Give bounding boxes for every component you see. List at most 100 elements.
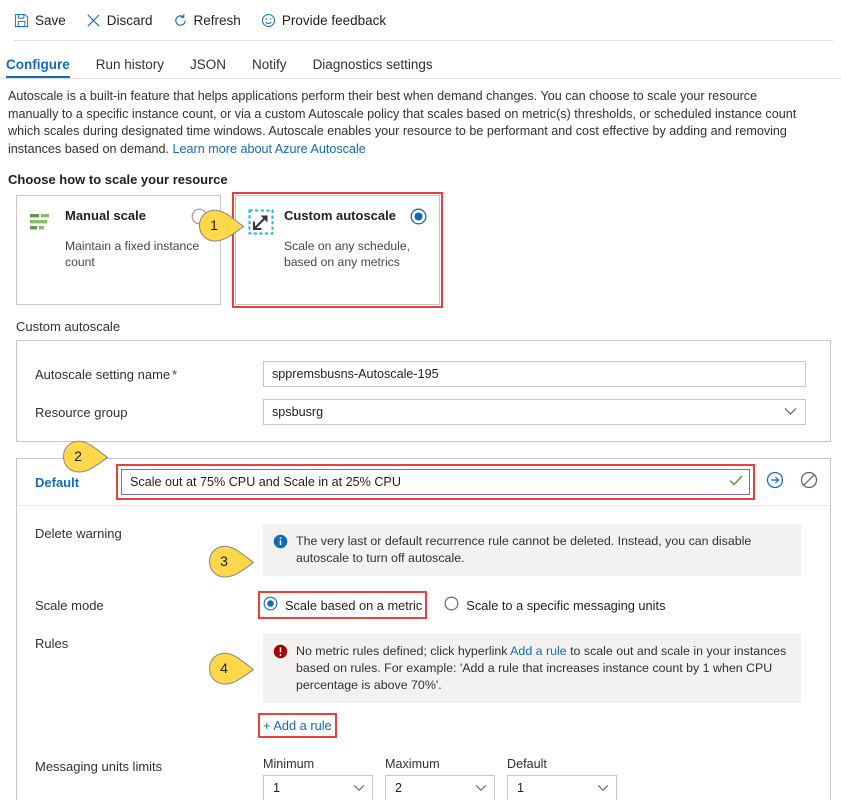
add-a-rule-button[interactable]: + Add a rule [258,713,337,738]
card-custom-autoscale-radio[interactable] [410,208,427,230]
block-icon[interactable] [800,471,818,494]
choose-scale-heading: Choose how to scale your resource [8,172,228,187]
intro-paragraph: Autoscale is a built-in feature that hel… [0,78,841,158]
default-limit-field: Default 1 [507,757,617,800]
tab-notify[interactable]: Notify [252,57,287,78]
delete-warning-text: The very last or default recurrence rule… [296,534,752,565]
maximum-limit-field: Maximum 2 [385,757,495,800]
messaging-units-limits-row: Messaging units limits Minimum 1 Maximum… [17,741,830,800]
tab-bar-divider [0,78,841,79]
chevron-down-icon [597,781,609,795]
move-right-icon[interactable] [766,471,784,494]
add-a-rule-inline-link[interactable]: Add a rule [510,644,566,658]
save-label: Save [35,12,66,28]
refresh-label: Refresh [193,12,241,28]
custom-autoscale-panel: Autoscale setting name * sppremsbusns-Aut… [16,340,831,442]
card-manual-scale[interactable]: Manual scale Maintain a fixed instance c… [16,195,221,305]
callout-3: 3 [208,545,255,578]
scale-mode-option-metric-label: Scale based on a metric [285,597,423,613]
discard-icon [86,13,101,28]
resource-group-label: Resource group [35,404,128,420]
intro-text: Autoscale is a built-in feature that hel… [8,89,797,156]
feedback-label: Provide feedback [281,12,387,28]
maximum-limit-value: 2 [395,781,403,795]
save-icon [14,13,29,28]
callout-2-number: 2 [74,448,82,464]
resource-group-value: spsbusrg [272,405,324,419]
maximum-limit-select[interactable]: 2 [385,775,495,800]
refresh-button[interactable]: Refresh [173,13,241,28]
checkmark-icon [729,475,743,489]
callout-1: 1 [198,209,245,242]
custom-autoscale-panel-label: Custom autoscale [16,319,121,334]
autoscale-configure-page: Save Discard Refresh Provide feedback Co… [0,0,841,800]
minimum-limit-field: Minimum 1 [263,757,373,800]
chevron-down-icon [784,400,797,424]
chevron-down-icon [353,781,365,795]
refresh-icon [173,13,188,28]
required-marker: * [172,366,178,382]
tab-bar: Configure Run history JSON Notify Diagno… [0,46,841,78]
callout-4-number: 4 [220,660,228,676]
discard-button[interactable]: Discard [86,13,153,28]
callout-3-number: 3 [220,553,228,569]
rule-name-value: Scale out at 75% CPU and Scale in at 25%… [130,475,401,489]
radio-selected-icon [263,596,278,614]
default-rule-panel: Default Scale out at 75% CPU and Scale i… [16,458,831,800]
callout-2: 2 [62,440,109,473]
scale-mode-option-messaging-units-label: Scale to a specific messaging units [466,597,666,613]
autoscale-setting-name-label: Autoscale setting name * [35,366,178,382]
chevron-down-icon [475,781,487,795]
scale-mode-option-messaging-units[interactable]: Scale to a specific messaging units [444,596,665,614]
tab-configure[interactable]: Configure [6,57,70,78]
default-limit-label: Default [507,757,547,771]
scale-mode-option-metric[interactable]: Scale based on a metric [257,591,428,619]
delete-warning-row: Delete warning The very last or default … [17,518,830,582]
tab-run-history[interactable]: Run history [96,57,164,78]
card-manual-scale-description: Maintain a fixed instance count [65,239,200,269]
provide-feedback-button[interactable]: Provide feedback [261,13,386,28]
card-custom-autoscale-description: Scale on any schedule, based on any metr… [284,239,411,269]
tab-diagnostics-settings[interactable]: Diagnostics settings [313,57,433,78]
command-bar-divider [14,40,833,41]
rules-error-message: No metric rules defined; click hyperlink… [263,634,801,703]
rules-row: Rules No metric rules defined; click hyp… [17,620,830,741]
card-manual-scale-title: Manual scale [65,208,146,223]
radio-unselected-icon [444,596,459,614]
autoscale-setting-name-row: Autoscale setting name * sppremsbusns-Aut… [17,355,830,393]
delete-warning-message: The very last or default recurrence rule… [263,524,801,576]
rules-error-text-before: No metric rules defined; click hyperlink [296,644,511,658]
default-limit-value: 1 [517,781,525,795]
rules-label: Rules [35,636,69,651]
rule-body: Delete warning The very last or default … [17,506,830,800]
scale-option-cards: Manual scale Maintain a fixed instance c… [0,187,841,308]
callout-4: 4 [208,652,255,685]
minimum-limit-label: Minimum [263,757,315,771]
rule-header-row: Default Scale out at 75% CPU and Scale i… [17,459,830,506]
resource-group-row: Resource group spsbusrg [17,393,830,431]
manual-scale-icon [29,209,55,235]
resource-group-select[interactable]: spsbusrg [263,399,806,425]
learn-more-link[interactable]: Learn more about Azure Autoscale [173,142,366,156]
info-icon [273,534,288,567]
maximum-limit-label: Maximum [385,757,440,771]
delete-warning-label: Delete warning [35,526,122,541]
error-icon [273,644,288,694]
save-button[interactable]: Save [14,13,66,28]
autoscale-setting-name-input[interactable]: sppremsbusns-Autoscale-195 [263,361,806,387]
default-limit-select[interactable]: 1 [507,775,617,800]
command-bar: Save Discard Refresh Provide feedback [0,0,841,40]
callout-1-number: 1 [210,217,218,233]
messaging-units-limits-label: Messaging units limits [35,759,163,774]
scale-mode-label: Scale mode [35,598,104,613]
minimum-limit-select[interactable]: 1 [263,775,373,800]
rule-default-label: Default [35,474,80,490]
scale-mode-row: Scale mode Scale based on a metric Scale… [17,582,830,620]
custom-autoscale-icon [248,209,274,235]
rule-name-input[interactable]: Scale out at 75% CPU and Scale in at 25%… [116,464,755,500]
card-custom-autoscale[interactable]: Custom autoscale Scale on any schedule, … [232,192,443,308]
minimum-limit-value: 1 [273,781,281,795]
tab-json[interactable]: JSON [190,57,226,78]
card-custom-autoscale-title: Custom autoscale [284,208,396,223]
rules-error-text: No metric rules defined; click hyperlink… [296,643,789,694]
